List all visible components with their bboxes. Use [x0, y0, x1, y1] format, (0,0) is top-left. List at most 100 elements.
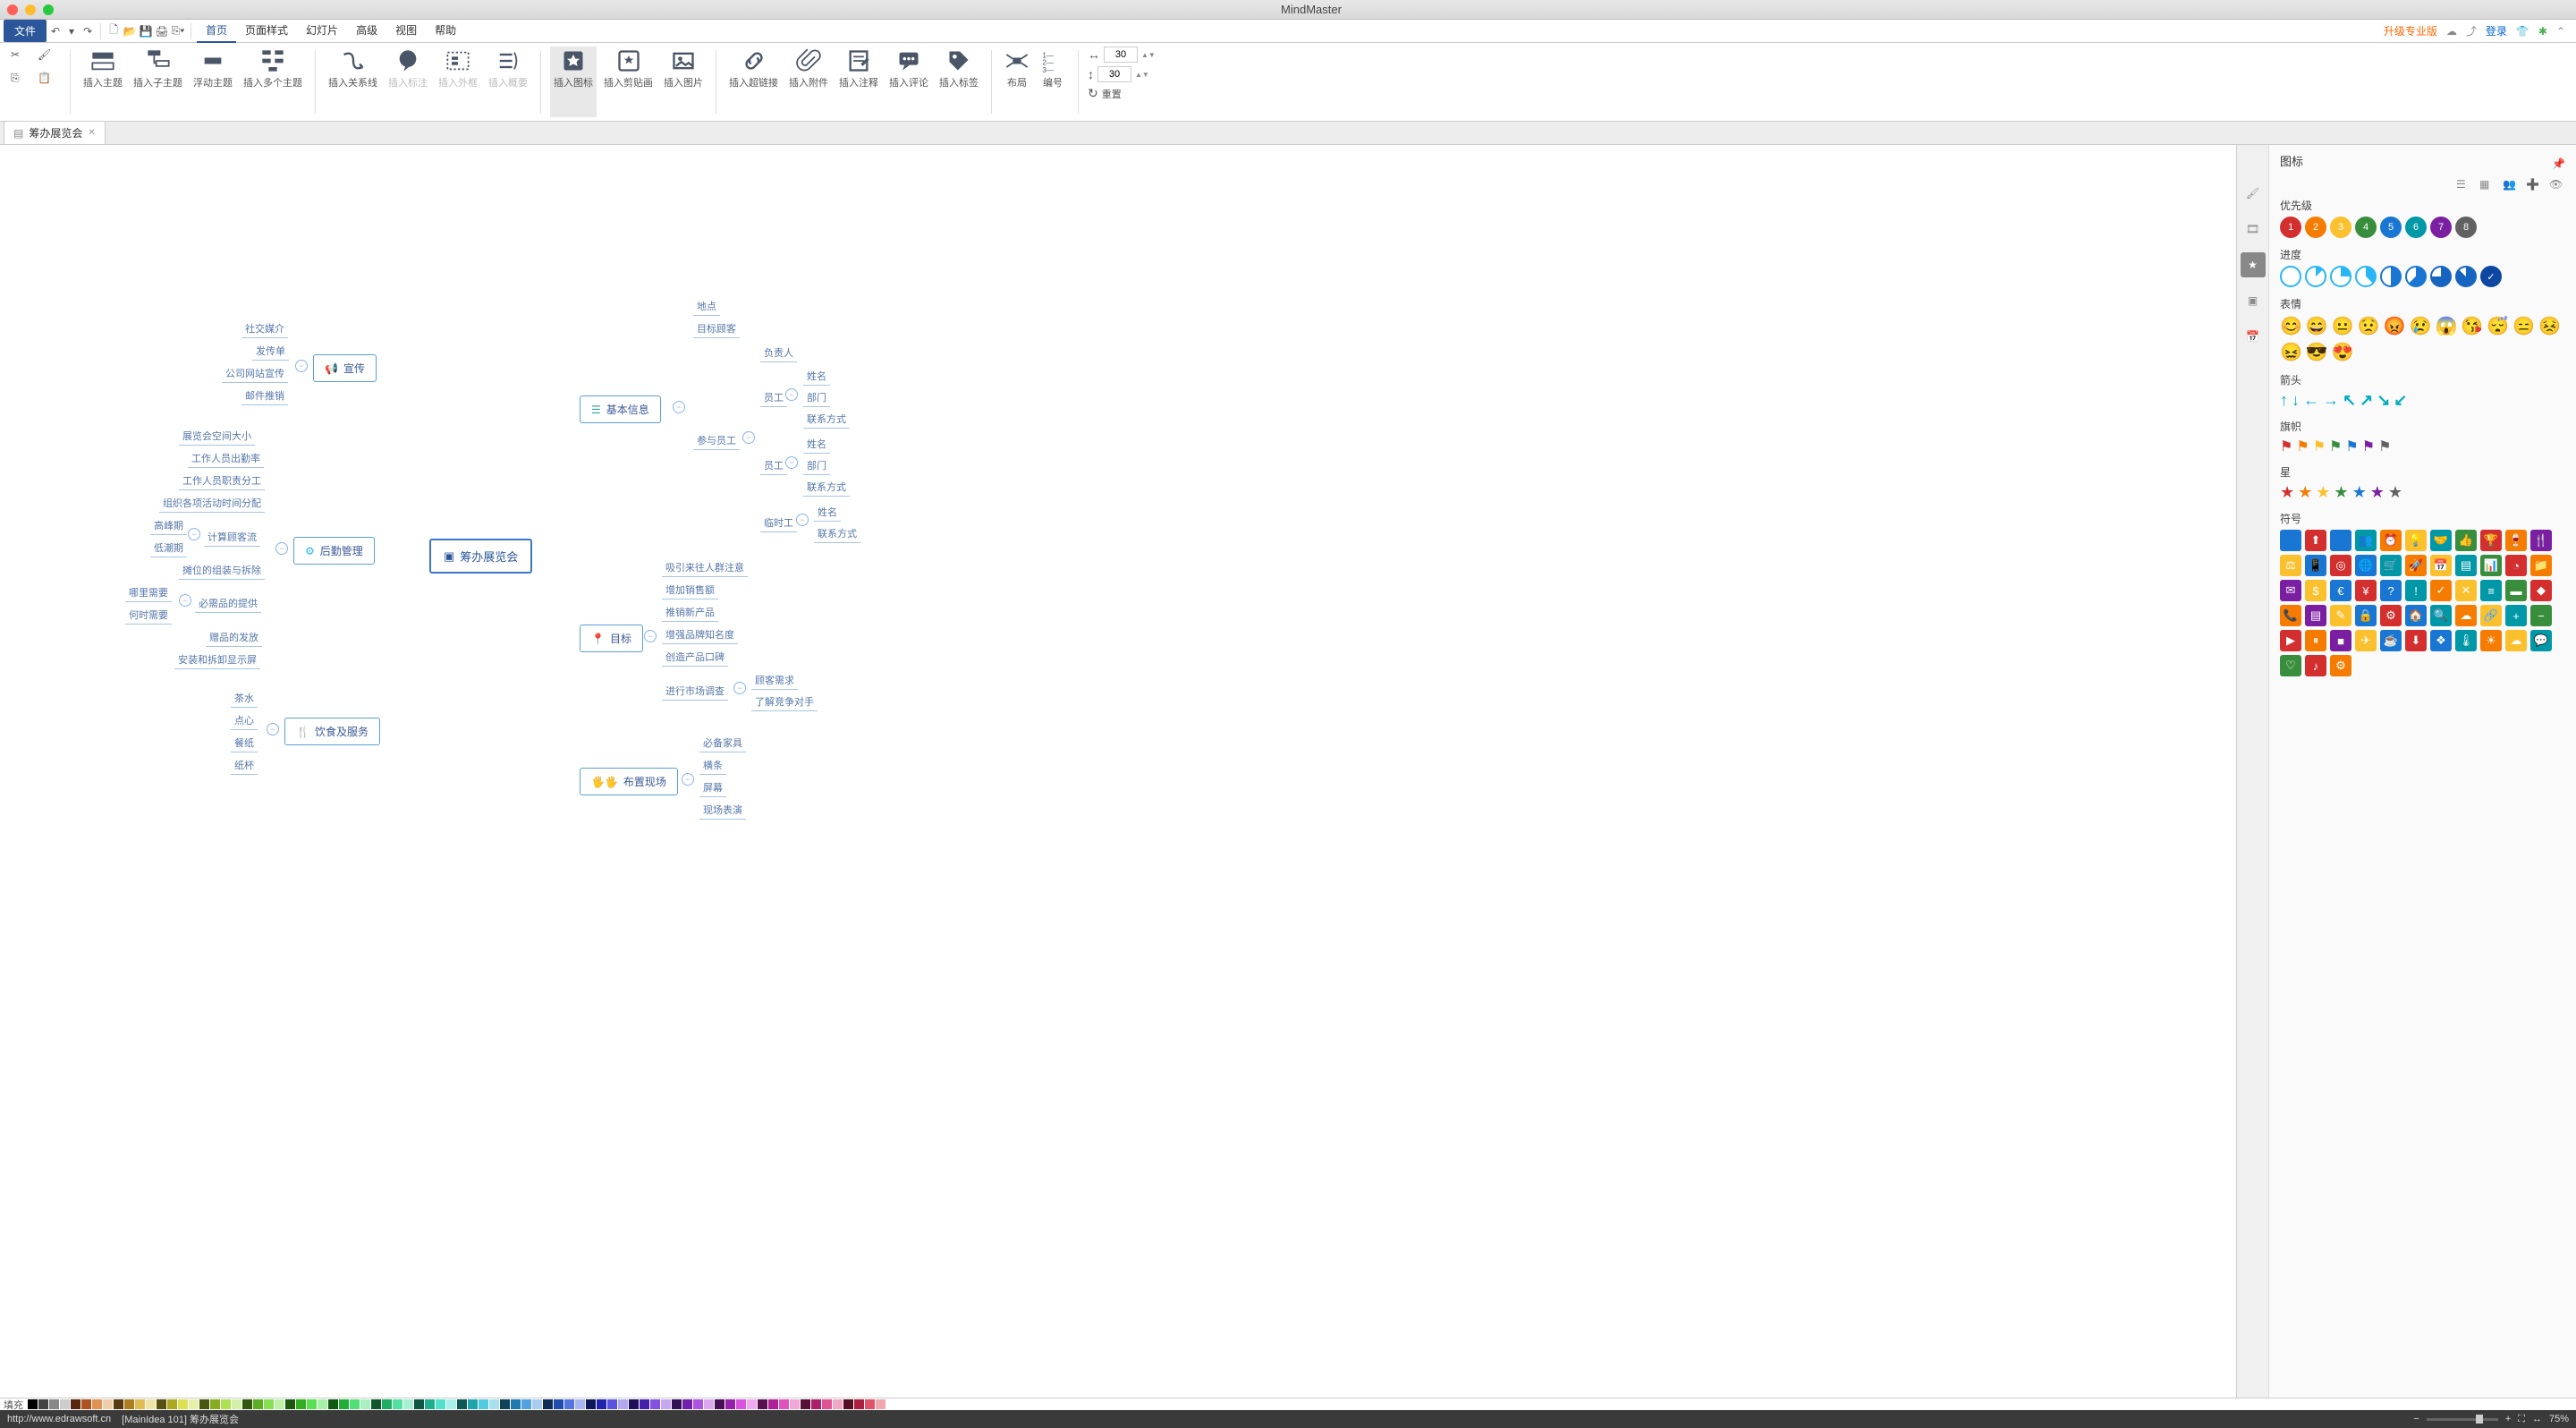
- fit-page-icon[interactable]: ⛶: [2518, 1414, 2525, 1425]
- manage-icon[interactable]: 👥: [2503, 178, 2519, 194]
- color-swatch[interactable]: [747, 1399, 757, 1409]
- minimize-window[interactable]: [25, 4, 36, 15]
- emoji-3[interactable]: 😟: [2358, 315, 2380, 337]
- symbol-22[interactable]: ✉: [2280, 580, 2301, 601]
- color-swatch[interactable]: [264, 1399, 274, 1409]
- progress-3[interactable]: [2355, 266, 2377, 287]
- symbol-56[interactable]: ♪: [2305, 655, 2326, 676]
- flag-4[interactable]: ⚑: [2345, 438, 2358, 455]
- color-swatch[interactable]: [736, 1399, 746, 1409]
- color-swatch[interactable]: [682, 1399, 692, 1409]
- insert-callout-button[interactable]: 插入标注: [385, 47, 431, 117]
- cut-icon[interactable]: ✂: [11, 48, 30, 68]
- color-swatch[interactable]: [446, 1399, 456, 1409]
- color-swatch[interactable]: [822, 1399, 832, 1409]
- color-swatch[interactable]: [725, 1399, 735, 1409]
- symbol-47[interactable]: ✈: [2355, 630, 2377, 651]
- color-swatch[interactable]: [124, 1399, 134, 1409]
- color-swatch[interactable]: [28, 1399, 38, 1409]
- symbol-31[interactable]: ▬: [2505, 580, 2527, 601]
- width-input[interactable]: [1104, 47, 1138, 63]
- symbol-55[interactable]: ♡: [2280, 655, 2301, 676]
- rail-film-icon[interactable]: 🎞: [2241, 217, 2266, 242]
- upgrade-link[interactable]: 升级专业版: [2384, 23, 2437, 38]
- star-1[interactable]: ★: [2298, 483, 2312, 502]
- arrow-3[interactable]: →: [2323, 391, 2339, 410]
- leaf[interactable]: 工作人员出勤率: [188, 449, 264, 468]
- symbol-23[interactable]: $: [2305, 580, 2326, 601]
- rail-star-icon[interactable]: ★: [2241, 252, 2266, 277]
- menu-tab-2[interactable]: 幻灯片: [297, 19, 347, 43]
- symbol-42[interactable]: +: [2505, 605, 2527, 626]
- flag-6[interactable]: ⚑: [2378, 438, 2391, 455]
- color-swatch[interactable]: [103, 1399, 113, 1409]
- color-swatch[interactable]: [71, 1399, 80, 1409]
- collapse-toggle[interactable]: −: [295, 360, 308, 372]
- flag-0[interactable]: ⚑: [2280, 438, 2292, 455]
- symbol-24[interactable]: €: [2330, 580, 2351, 601]
- flag-2[interactable]: ⚑: [2313, 438, 2326, 455]
- color-swatch[interactable]: [221, 1399, 231, 1409]
- symbol-30[interactable]: ≡: [2480, 580, 2502, 601]
- arrow-0[interactable]: ↑: [2280, 391, 2288, 410]
- collapse-toggle[interactable]: −: [742, 431, 755, 444]
- color-swatch[interactable]: [811, 1399, 821, 1409]
- color-swatch[interactable]: [586, 1399, 596, 1409]
- collapse-toggle[interactable]: −: [267, 723, 279, 735]
- emoji-5[interactable]: 😢: [2410, 315, 2432, 337]
- emoji-0[interactable]: 😊: [2280, 315, 2302, 337]
- priority-2[interactable]: 2: [2305, 217, 2326, 238]
- collapse-toggle[interactable]: −: [644, 630, 657, 642]
- color-swatch[interactable]: [521, 1399, 531, 1409]
- height-input[interactable]: [1097, 66, 1131, 82]
- fit-width-icon[interactable]: ↔: [2532, 1414, 2542, 1424]
- save-icon[interactable]: 💾: [139, 24, 153, 38]
- menu-tab-0[interactable]: 首页: [197, 19, 236, 43]
- symbol-10[interactable]: 🍴: [2530, 530, 2552, 551]
- flag-3[interactable]: ⚑: [2329, 438, 2342, 455]
- add-group-icon[interactable]: ➕: [2526, 178, 2542, 194]
- symbol-49[interactable]: ⬇: [2405, 630, 2427, 651]
- symbol-41[interactable]: 🔗: [2480, 605, 2502, 626]
- leaf[interactable]: 现场表演: [699, 801, 746, 820]
- color-swatch[interactable]: [242, 1399, 252, 1409]
- symbol-4[interactable]: ⏰: [2380, 530, 2402, 551]
- insert-topic-button[interactable]: 插入主题: [80, 47, 126, 117]
- symbol-1[interactable]: ⬆: [2305, 530, 2326, 551]
- leaf[interactable]: 部门: [803, 456, 830, 475]
- insert-boundary-button[interactable]: 插入外框: [435, 47, 481, 117]
- insert-comment-button[interactable]: 插入评论: [886, 47, 932, 117]
- color-swatch[interactable]: [854, 1399, 864, 1409]
- symbol-19[interactable]: 📊: [2480, 555, 2502, 576]
- color-swatch[interactable]: [360, 1399, 370, 1409]
- menu-tab-1[interactable]: 页面样式: [236, 19, 297, 43]
- arrow-7[interactable]: ↙: [2394, 391, 2407, 410]
- color-swatch[interactable]: [350, 1399, 360, 1409]
- rail-brush-icon[interactable]: 🖌: [2241, 181, 2266, 206]
- priority-4[interactable]: 4: [2355, 217, 2377, 238]
- leaf[interactable]: 联系方式: [814, 524, 860, 543]
- color-swatch[interactable]: [371, 1399, 381, 1409]
- arrow-4[interactable]: ↖: [2343, 391, 2356, 410]
- leaf[interactable]: 目标顾客: [693, 319, 740, 338]
- redo-icon[interactable]: ↷: [80, 24, 95, 38]
- color-swatch[interactable]: [403, 1399, 413, 1409]
- app-logo-icon[interactable]: ✱: [2538, 25, 2547, 38]
- login-link[interactable]: 登录: [2486, 23, 2507, 38]
- insert-image-button[interactable]: 插入图片: [660, 47, 707, 117]
- emoji-1[interactable]: 😄: [2306, 315, 2328, 337]
- color-swatch[interactable]: [135, 1399, 145, 1409]
- color-swatch[interactable]: [511, 1399, 521, 1409]
- canvas[interactable]: ▣ 筹办展览会 📢 宣传 − 社交媒介 发传单 公司网站宣传 邮件推销 ⚙ 后勤…: [0, 145, 2236, 1398]
- progress-4[interactable]: [2380, 266, 2402, 287]
- flag-5[interactable]: ⚑: [2362, 438, 2375, 455]
- collapse-toggle[interactable]: −: [179, 594, 191, 607]
- rail-calendar-icon[interactable]: 📅: [2241, 324, 2266, 349]
- leaf[interactable]: 必备家具: [699, 734, 746, 752]
- insert-icon-button[interactable]: 插入图标: [550, 47, 597, 117]
- branch-goals[interactable]: 📍 目标: [580, 625, 643, 652]
- color-swatch[interactable]: [597, 1399, 606, 1409]
- star-4[interactable]: ★: [2352, 483, 2367, 502]
- color-swatch[interactable]: [157, 1399, 166, 1409]
- floating-topic-button[interactable]: 浮动主题: [190, 47, 236, 117]
